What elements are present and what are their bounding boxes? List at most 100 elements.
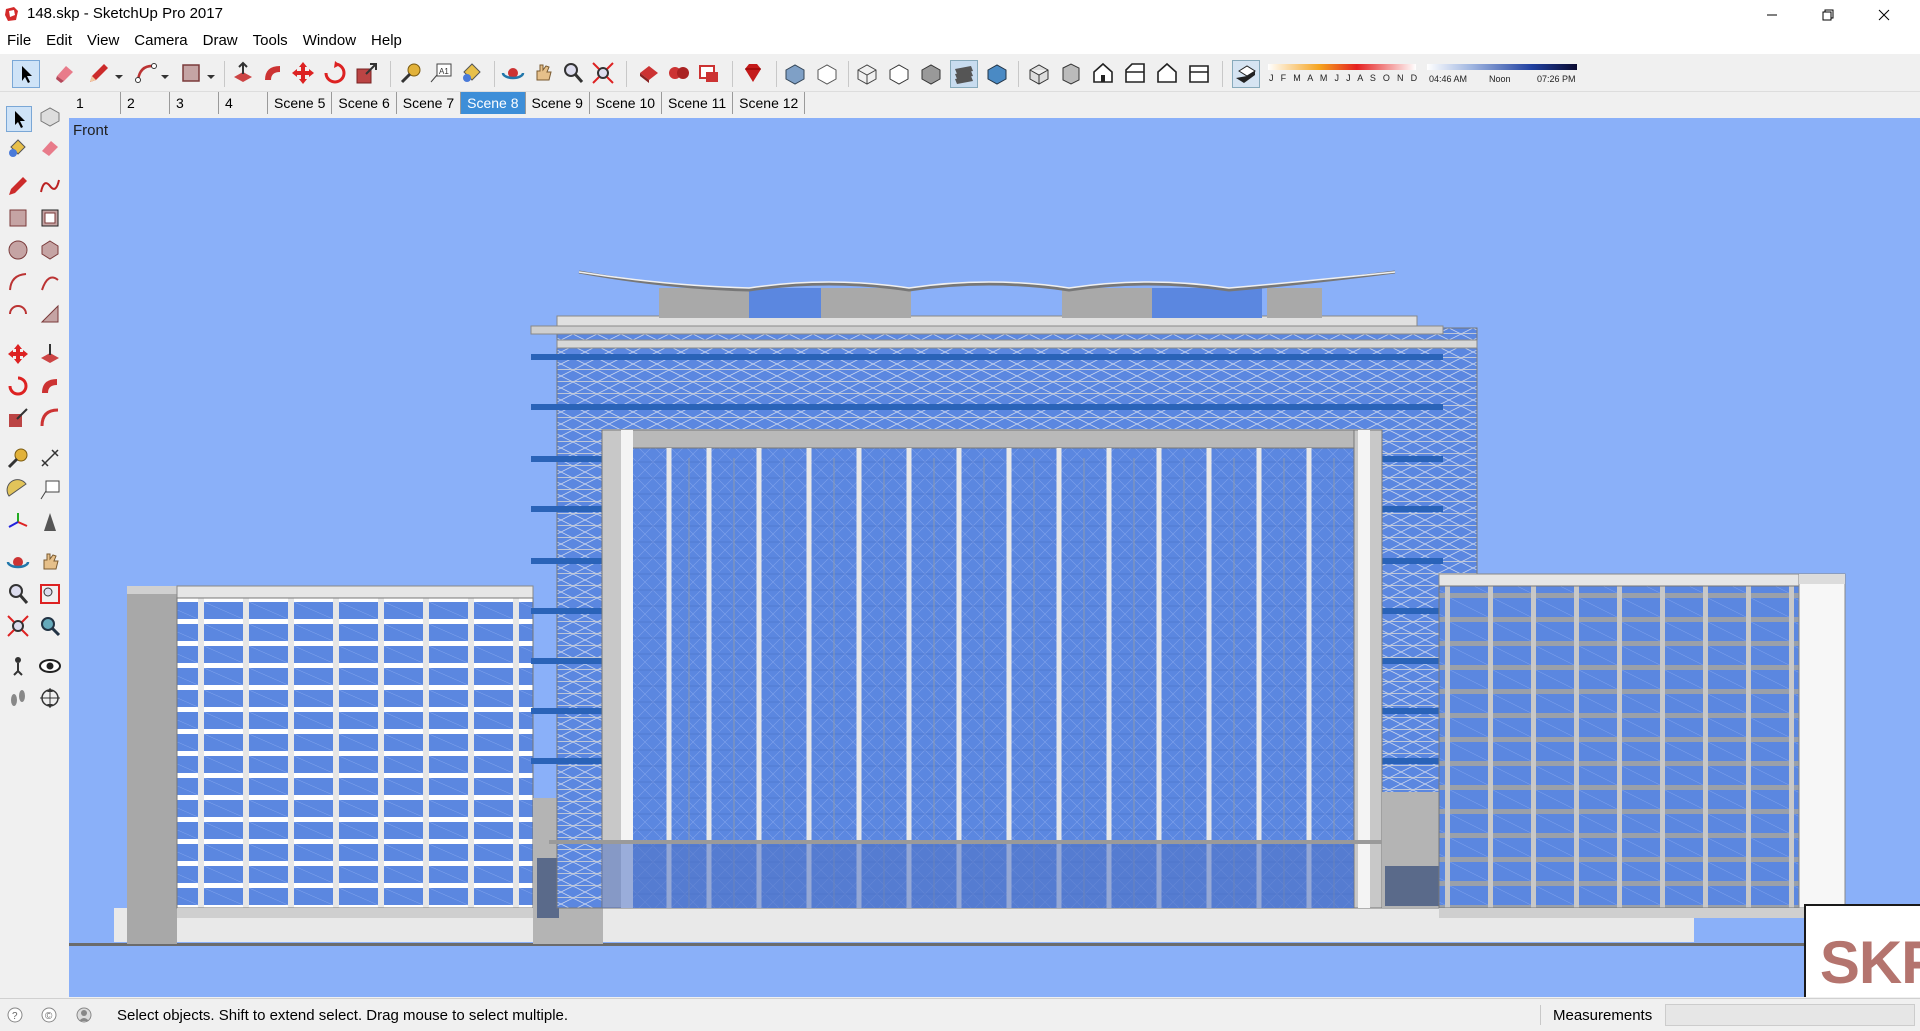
rotate-icon[interactable] — [6, 374, 30, 398]
zoom-window-icon[interactable] — [38, 582, 62, 606]
3d-text-icon[interactable] — [38, 510, 62, 534]
menu-window[interactable]: Window — [296, 30, 364, 54]
polygon-icon[interactable] — [38, 238, 62, 262]
text-icon[interactable]: A1 — [428, 60, 454, 86]
three-point-arc-icon[interactable] — [6, 302, 30, 326]
pan-icon[interactable] — [38, 550, 62, 574]
top-view-icon[interactable] — [1058, 60, 1084, 86]
tab-scene-4[interactable]: 4 — [219, 92, 268, 114]
xray-icon[interactable] — [782, 60, 808, 86]
offset-icon[interactable] — [38, 406, 62, 430]
eraser-icon[interactable] — [52, 60, 78, 86]
menu-tools[interactable]: Tools — [246, 30, 296, 54]
text-icon[interactable] — [38, 478, 62, 502]
dimension-icon[interactable] — [38, 446, 62, 470]
position-camera-icon[interactable] — [6, 654, 30, 678]
model-viewport[interactable]: Front SK — [69, 118, 1920, 997]
shaded-textures-icon[interactable] — [950, 60, 978, 88]
menu-camera[interactable]: Camera — [127, 30, 195, 54]
pencil-dropdown-icon[interactable] — [112, 60, 126, 86]
tab-scene-1[interactable]: 1 — [70, 92, 121, 114]
restore-button[interactable] — [1800, 0, 1856, 30]
orbit-icon[interactable] — [500, 60, 526, 86]
hidden-line-icon[interactable] — [886, 60, 912, 86]
two-point-arc-icon[interactable] — [38, 270, 62, 294]
warehouse-icon[interactable] — [636, 60, 662, 86]
push-pull-icon[interactable] — [230, 60, 256, 86]
pie-icon[interactable] — [38, 302, 62, 326]
pan-icon[interactable] — [530, 60, 556, 86]
circle-icon[interactable] — [6, 238, 30, 262]
tab-scene-12[interactable]: Scene 12 — [733, 92, 806, 114]
previous-view-icon[interactable] — [38, 614, 62, 638]
follow-me-icon[interactable] — [260, 60, 286, 86]
zoom-icon[interactable] — [6, 582, 30, 606]
line-icon[interactable] — [6, 174, 30, 198]
paint-bucket-icon[interactable] — [6, 136, 30, 160]
menu-file[interactable]: File — [0, 30, 39, 54]
menu-draw[interactable]: Draw — [196, 30, 246, 54]
paint-bucket-icon[interactable] — [458, 60, 484, 86]
menu-edit[interactable]: Edit — [39, 30, 80, 54]
rectangle-icon[interactable] — [6, 206, 30, 230]
tab-scene-2[interactable]: 2 — [121, 92, 170, 114]
building-model[interactable] — [69, 118, 1920, 997]
front-view-icon[interactable] — [1090, 60, 1116, 86]
tab-scene-9[interactable]: Scene 9 — [526, 92, 590, 114]
tab-scene-3[interactable]: 3 — [170, 92, 219, 114]
zoom-extents-icon[interactable] — [590, 60, 616, 86]
eraser-icon[interactable] — [38, 136, 62, 160]
protractor-icon[interactable] — [6, 478, 30, 502]
arc-icon[interactable] — [134, 60, 160, 86]
wireframe-icon[interactable] — [854, 60, 880, 86]
look-around-icon[interactable] — [38, 654, 62, 678]
minimize-button[interactable] — [1744, 0, 1800, 30]
push-pull-icon[interactable] — [38, 342, 62, 366]
geo-location-icon[interactable]: ? — [6, 1006, 24, 1024]
monochrome-icon[interactable] — [984, 60, 1010, 86]
rectangle-icon[interactable] — [178, 60, 204, 86]
shadows-icon[interactable] — [1232, 60, 1260, 88]
extension-warehouse-icon[interactable] — [666, 60, 692, 86]
left-view-icon[interactable] — [1186, 60, 1212, 86]
section-plane-icon[interactable] — [38, 686, 62, 710]
tape-measure-icon[interactable] — [398, 60, 424, 86]
credits-icon[interactable]: © — [40, 1006, 58, 1024]
make-component-icon[interactable] — [38, 104, 62, 128]
back-edges-icon[interactable] — [814, 60, 840, 86]
arc-dropdown-icon[interactable] — [158, 60, 172, 86]
measurements-input[interactable] — [1665, 1004, 1915, 1026]
select-icon[interactable] — [12, 60, 40, 88]
tab-scene-10[interactable]: Scene 10 — [590, 92, 663, 114]
pencil-icon[interactable] — [86, 60, 112, 86]
shaded-icon[interactable] — [918, 60, 944, 86]
rotated-rectangle-icon[interactable] — [38, 206, 62, 230]
tab-scene-6[interactable]: Scene 6 — [332, 92, 397, 114]
rectangle-dropdown-icon[interactable] — [204, 60, 218, 86]
freehand-icon[interactable] — [38, 174, 62, 198]
move-icon[interactable] — [6, 342, 30, 366]
move-icon[interactable] — [290, 60, 316, 86]
rotate-icon[interactable] — [322, 60, 348, 86]
tab-scene-8[interactable]: Scene 8 — [461, 92, 526, 114]
select-icon[interactable] — [6, 106, 32, 132]
shadow-sliders[interactable] — [1265, 61, 1583, 73]
back-view-icon[interactable] — [1154, 60, 1180, 86]
tab-scene-11[interactable]: Scene 11 — [662, 92, 734, 114]
follow-me-icon[interactable] — [38, 374, 62, 398]
orbit-icon[interactable] — [6, 550, 30, 574]
user-icon[interactable] — [75, 1006, 93, 1024]
scale-icon[interactable] — [6, 406, 30, 430]
tab-scene-5[interactable]: Scene 5 — [268, 92, 333, 114]
menu-view[interactable]: View — [80, 30, 127, 54]
ruby-icon[interactable] — [740, 60, 766, 86]
axes-icon[interactable] — [6, 510, 30, 534]
menu-help[interactable]: Help — [364, 30, 410, 54]
scale-icon[interactable] — [354, 60, 380, 86]
arc-icon[interactable] — [6, 270, 30, 294]
walk-icon[interactable] — [6, 686, 30, 710]
layout-icon[interactable] — [696, 60, 722, 86]
zoom-icon[interactable] — [560, 60, 586, 86]
tape-measure-icon[interactable] — [6, 446, 30, 470]
iso-view-icon[interactable] — [1026, 60, 1052, 86]
